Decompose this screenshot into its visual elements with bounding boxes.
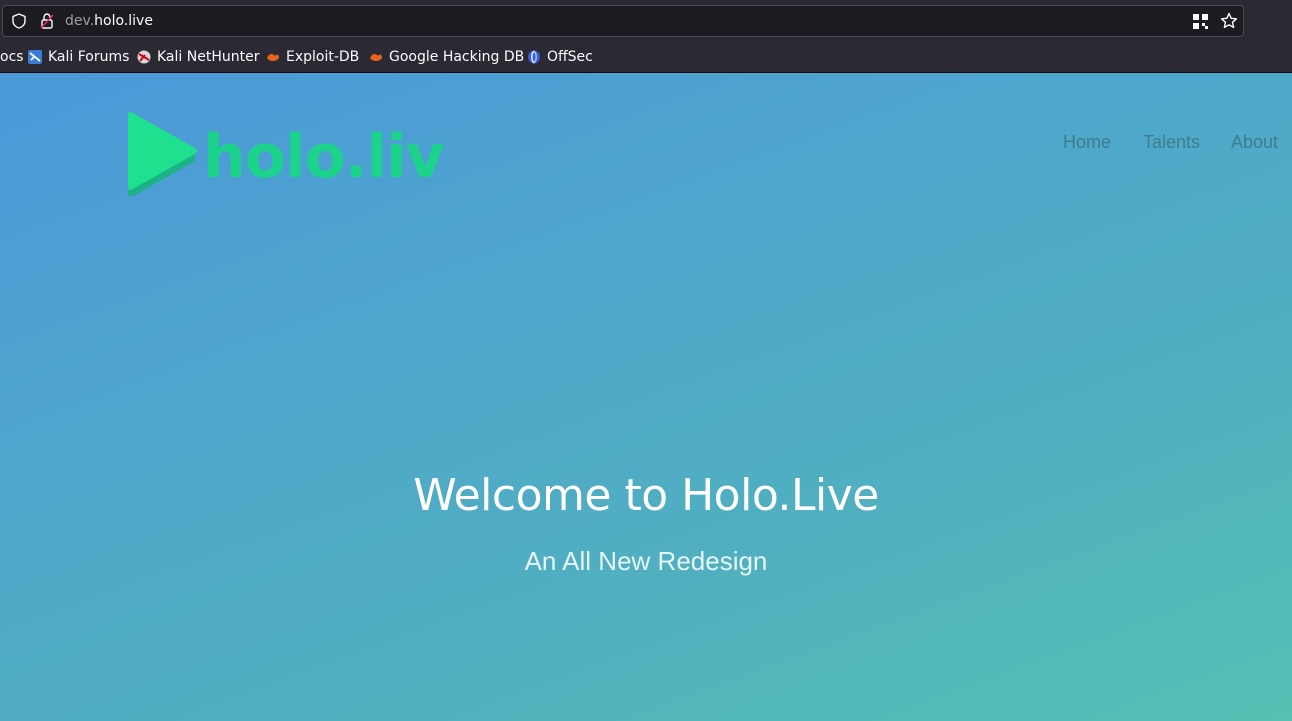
bookmark-label: Kali NetHunter	[157, 49, 260, 65]
insecure-lock-icon[interactable]	[39, 12, 55, 30]
bookmark-star-icon[interactable]	[1220, 12, 1238, 30]
bookmark-label: OffSec	[547, 49, 593, 65]
exploit-db-icon	[267, 53, 279, 61]
google-hacking-db-icon	[370, 53, 382, 61]
kali-forums-icon	[28, 50, 42, 64]
browser-chrome: dev.holo.live ocs Kali Forums Kali NetHu…	[0, 0, 1292, 73]
url-subdomain: dev.	[65, 13, 95, 29]
hero-subtitle: An All New Redesign	[524, 546, 768, 576]
url-domain: holo.live	[94, 13, 153, 29]
bookmarks-toolbar: ocs Kali Forums Kali NetHunter Exploit-D…	[0, 44, 1292, 70]
address-bar[interactable]: dev.holo.live	[2, 5, 1244, 37]
bookmark-label: Kali Forums	[48, 49, 130, 65]
kali-nethunter-icon	[137, 50, 151, 64]
bookmark-label: Google Hacking DB	[389, 49, 525, 65]
offsec-icon	[528, 50, 540, 64]
logo-text: holo.live	[203, 122, 445, 192]
bookmark-label: Exploit-DB	[286, 49, 360, 65]
nav-talents[interactable]: Talents	[1143, 131, 1200, 153]
nav-about[interactable]: About	[1231, 131, 1278, 153]
page-content: holo.live Home Talents About Welcome to …	[0, 73, 1292, 721]
url-text[interactable]: dev.holo.live	[65, 13, 153, 30]
nav-home[interactable]: Home	[1063, 131, 1111, 153]
bookmark-label: ocs	[0, 49, 24, 65]
shield-icon[interactable]	[11, 13, 27, 29]
holo-live-logo[interactable]: holo.live	[125, 111, 445, 201]
hero-title: Welcome to Holo.Live	[413, 470, 879, 521]
qr-code-icon[interactable]	[1193, 14, 1208, 29]
